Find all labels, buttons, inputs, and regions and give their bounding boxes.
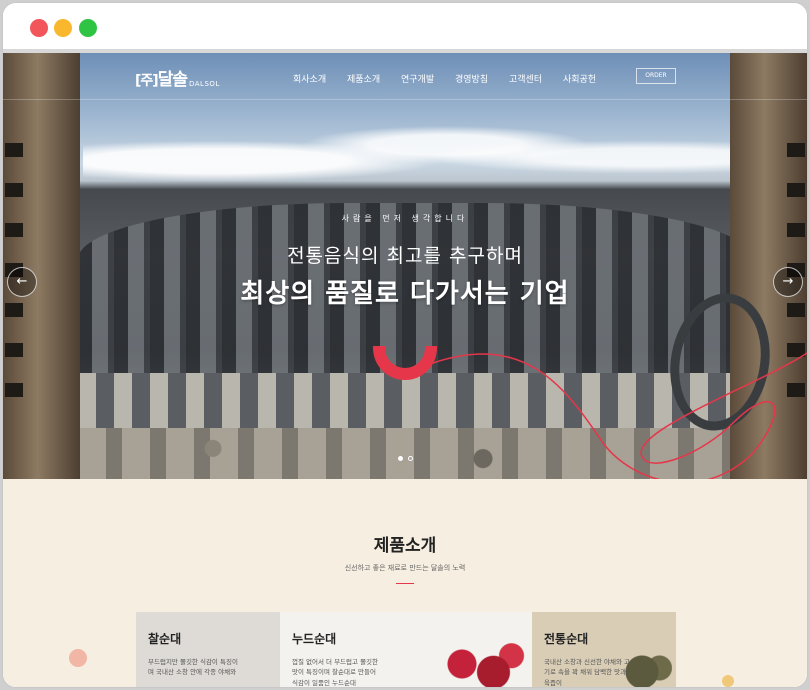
slide-dot-2[interactable] [408, 456, 413, 461]
product-name: 찰순대 [148, 632, 182, 646]
products-subtitle: 신선하고 좋은 재료로 만드는 달솔의 노력 [344, 564, 466, 572]
nav-item-products[interactable]: 제품소개 [347, 72, 401, 85]
hero-headline-1: 전통음식의 최고를 추구하며 [287, 245, 523, 267]
product-name: 전통순대 [544, 632, 589, 646]
logo-name: 달솔 [157, 70, 188, 90]
sky-clouds [83, 113, 743, 193]
arrow-left-icon: ← [16, 274, 28, 289]
close-window-button[interactable] [30, 19, 48, 37]
logo-subtext: DALSOL [189, 80, 220, 88]
nav-item-support[interactable]: 고객센터 [509, 72, 563, 85]
product-card-nudesundae[interactable]: 누드순대 껍질 없어서 더 부드럽고 쫄깃한 맛이 특징이며 찰순대로 만들어 … [280, 612, 532, 687]
products-section: 제품소개 신선하고 좋은 재료로 만드는 달솔의 노력 찰순대 부드럽지만 쫄깃… [3, 479, 807, 687]
maximize-window-button[interactable] [79, 19, 97, 37]
slide-dot-1[interactable] [398, 456, 403, 461]
arrow-right-icon: → [782, 274, 794, 289]
slider-next-button[interactable]: → [773, 267, 803, 297]
nav-item-research[interactable]: 연구개발 [401, 72, 455, 85]
product-card-traditional[interactable]: 전통순대 국내산 소창과 신선한 야채와 고기로 속을 꽉 채워 담백한 맛과 … [532, 612, 676, 687]
roof-eave-image [78, 373, 753, 428]
product-photo [435, 642, 525, 687]
window-titlebar [3, 3, 807, 53]
title-underline [396, 583, 414, 584]
nav-item-social[interactable]: 사회공헌 [563, 72, 617, 85]
browser-window: [주]달솔 DALSOL 회사소개 제품소개 연구개발 경영방침 고객센터 사회… [2, 2, 808, 688]
product-description: 부드럽지만 쫄깃한 식감이 특징이며 국내산 소창 안에 각종 야채와 [148, 658, 238, 677]
products-title: 제품소개 [373, 536, 437, 556]
nav-item-company[interactable]: 회사소개 [293, 72, 347, 85]
product-photo [622, 652, 672, 687]
order-button[interactable]: ORDER [636, 68, 676, 84]
hero-banner: [주]달솔 DALSOL 회사소개 제품소개 연구개발 경영방침 고객센터 사회… [3, 53, 807, 479]
nav-menu: 회사소개 제품소개 연구개발 경영방침 고객센터 사회공헌 [293, 72, 617, 85]
hero-headline-2: 최상의 품질로 다가서는 기업 [240, 279, 570, 309]
main-nav: [주]달솔 DALSOL 회사소개 제품소개 연구개발 경영방침 고객센터 사회… [3, 53, 807, 100]
hero-tagline: 사람을 먼저 생각합니다 [341, 214, 469, 223]
product-description: 국내산 소창과 신선한 야채와 고기로 속을 꽉 채워 담백한 맛과 육즙이 [544, 658, 631, 687]
nav-item-management[interactable]: 경영방침 [455, 72, 509, 85]
product-description: 껍질 없어서 더 부드럽고 쫄깃한 맛이 특징이며 찰순대로 만들어 식감이 일… [292, 658, 379, 687]
minimize-window-button[interactable] [54, 19, 72, 37]
company-logo[interactable]: [주]달솔 DALSOL [135, 65, 219, 90]
slider-pagination [398, 446, 418, 465]
decorative-circle [722, 675, 734, 687]
product-card-chalsundae[interactable]: 찰순대 부드럽지만 쫄깃한 식감이 특징이며 국내산 소창 안에 각종 야채와 [136, 612, 280, 687]
logo-bracket: [주] [135, 73, 159, 89]
slider-prev-button[interactable]: ← [7, 267, 37, 297]
decorative-circle [69, 649, 87, 667]
